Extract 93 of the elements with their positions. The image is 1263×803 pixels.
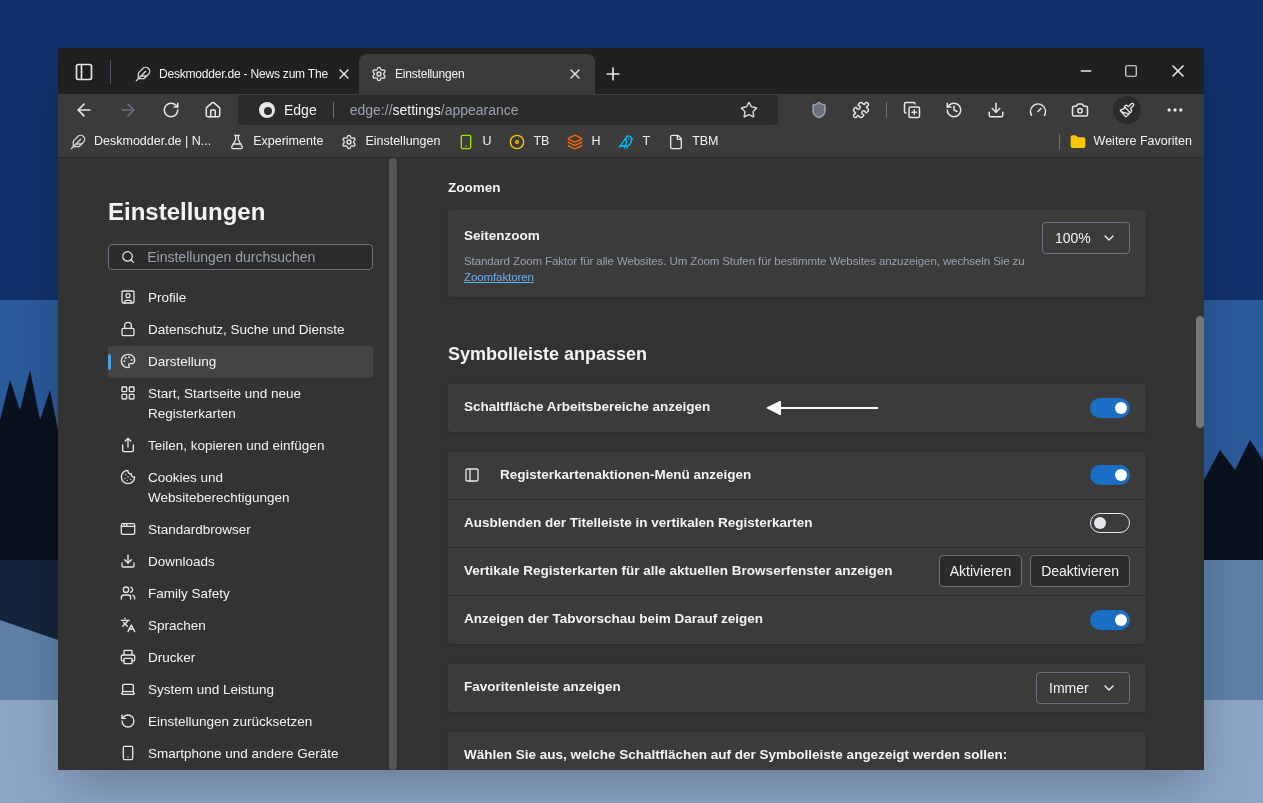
- feather-icon: [135, 66, 151, 82]
- sidebar-item[interactable]: Datenschutz, Suche und Dienste: [108, 314, 373, 346]
- file-icon: [668, 133, 685, 150]
- download-icon: [120, 553, 136, 569]
- sidebar-item[interactable]: Start, Startseite und neue Registerkarten: [108, 378, 373, 430]
- favorites-folder[interactable]: Weitere Favoriten: [1069, 132, 1192, 151]
- maximize-icon[interactable]: [1124, 64, 1138, 78]
- puzzle-icon[interactable]: [852, 101, 870, 119]
- favorite-item[interactable]: Experimente: [229, 132, 324, 151]
- setting-label: Wählen Sie aus, welche Schaltflächen auf der Symbolleiste angezeigt werden sollen:: [464, 746, 1008, 765]
- sidebar-item[interactable]: Darstellung: [108, 346, 373, 378]
- add-favorite-icon[interactable]: [740, 101, 758, 119]
- setting-label: Favoritenleiste anzeigen: [464, 678, 621, 697]
- site-label: Edge: [284, 101, 317, 120]
- phone-icon: [120, 745, 136, 761]
- search-field[interactable]: Einstellungen durchsuchen: [108, 244, 373, 270]
- sidebar-item[interactable]: System und Leistung: [108, 674, 373, 706]
- sidebar-title: Einstellungen: [108, 197, 267, 227]
- collections-icon[interactable]: [903, 101, 921, 119]
- camera-icon[interactable]: [1071, 101, 1089, 119]
- sidebar-item[interactable]: Family Safety: [108, 578, 373, 610]
- favorite-item[interactable]: Deskmodder.de | N...: [70, 132, 212, 151]
- folder-icon: [1069, 133, 1086, 150]
- section-heading: Zoomen: [448, 179, 502, 197]
- action-button[interactable]: Aktivieren: [938, 555, 1023, 587]
- favorite-item[interactable]: Einstellungen: [341, 132, 441, 151]
- tab-title: Deskmodder.de - News zum The: [159, 66, 328, 83]
- setting-label: Registerkartenaktionen-Menü anzeigen: [500, 465, 752, 484]
- flask-icon: [229, 133, 246, 150]
- profile-icon: [120, 289, 136, 305]
- dropdown[interactable]: 100%: [1042, 222, 1130, 255]
- sidebar-item[interactable]: Drucker: [108, 642, 373, 674]
- language-icon: [120, 617, 136, 633]
- setting-label: Anzeigen der Tabvorschau beim Darauf zeigen: [464, 610, 764, 629]
- laptop-icon: [120, 681, 136, 697]
- download-icon[interactable]: [987, 101, 1005, 119]
- sidebar-item[interactable]: Teilen, kopieren und einfügen: [108, 430, 373, 462]
- scrollbar-thumb[interactable]: [389, 158, 397, 770]
- people-icon: [120, 585, 136, 601]
- settings-icon: [341, 133, 358, 150]
- sidebar-item[interactable]: Profile: [108, 282, 373, 314]
- favorite-item[interactable]: T: [618, 132, 651, 151]
- reset-icon: [120, 713, 136, 729]
- cookie-icon: [120, 469, 136, 485]
- dropdown[interactable]: Immer: [1036, 671, 1130, 704]
- settings-icon: [371, 66, 387, 82]
- palette-icon: [120, 353, 136, 369]
- brush-button[interactable]: [1113, 96, 1141, 124]
- sidebar-item[interactable]: Einstellungen zurücksetzen: [108, 706, 373, 738]
- setting-label: Ausblenden der Titelleiste in vertikalen Registerkarten: [464, 513, 813, 532]
- toggle-switch[interactable]: [1090, 609, 1130, 630]
- scrollbar-thumb[interactable]: [1196, 316, 1204, 428]
- url-text: edge://settings/appearance: [349, 101, 519, 120]
- reload-icon[interactable]: [162, 101, 180, 119]
- sidebar-item[interactable]: Downloads: [108, 546, 373, 578]
- setting-description: Standard Zoom Faktor für alle Websites. Um Zoom Stufen für bestimmte Websites anzuzeigen, wechseln Sie zu Zoomfaktoren: [464, 253, 1026, 285]
- setting-label: Schaltfläche Arbeitsbereiche anzeigen: [464, 398, 711, 417]
- share-icon: [120, 437, 136, 453]
- shield-icon[interactable]: [810, 101, 828, 119]
- setting-label: Vertikale Registerkarten für alle aktuellen Browserfenster anzeigen: [464, 561, 893, 580]
- zoom-link[interactable]: Zoomfaktoren: [464, 270, 534, 283]
- history-icon[interactable]: [945, 101, 963, 119]
- lock-icon: [120, 321, 136, 337]
- browser-tab[interactable]: Einstellungen: [359, 54, 595, 94]
- disc-icon: [509, 133, 526, 150]
- window-icon: [120, 521, 136, 537]
- bird-icon: [618, 133, 635, 150]
- setting-title: Seitenzoom: [464, 227, 541, 246]
- home-icon[interactable]: [204, 101, 222, 119]
- favorite-item[interactable]: H: [567, 132, 601, 151]
- sidebar-item[interactable]: Cookies und Websiteberechtigungen: [108, 462, 373, 514]
- brush-icon: [1119, 102, 1135, 118]
- address-bar[interactable]: Edge edge://settings/appearance: [238, 95, 778, 125]
- tab-actions-icon[interactable]: [74, 62, 94, 82]
- favorite-item[interactable]: TB: [509, 132, 550, 151]
- sidebar-item[interactable]: Standardbrowser: [108, 514, 373, 546]
- favorite-item[interactable]: TBM: [668, 132, 719, 151]
- toggle-switch[interactable]: [1090, 465, 1130, 485]
- sidebar-item[interactable]: Smartphone und andere Geräte: [108, 738, 373, 770]
- printer-icon: [120, 649, 136, 665]
- action-button[interactable]: Deaktivieren: [1030, 555, 1130, 587]
- edge-logo-icon: [258, 101, 276, 119]
- sidebar-item[interactable]: Sprachen: [108, 610, 373, 642]
- favorite-item[interactable]: U: [458, 132, 492, 151]
- grid-icon: [120, 385, 136, 401]
- gauge-icon[interactable]: [1029, 101, 1047, 119]
- browser-tab[interactable]: Deskmodder.de - News zum The: [123, 54, 359, 94]
- search-icon: [121, 249, 136, 265]
- layers-icon: [567, 133, 584, 150]
- toggle-switch[interactable]: [1090, 397, 1130, 418]
- feather-icon: [70, 133, 86, 150]
- tab-title: Einstellungen: [395, 66, 466, 83]
- section-heading: Symbolleiste anpassen: [448, 342, 649, 366]
